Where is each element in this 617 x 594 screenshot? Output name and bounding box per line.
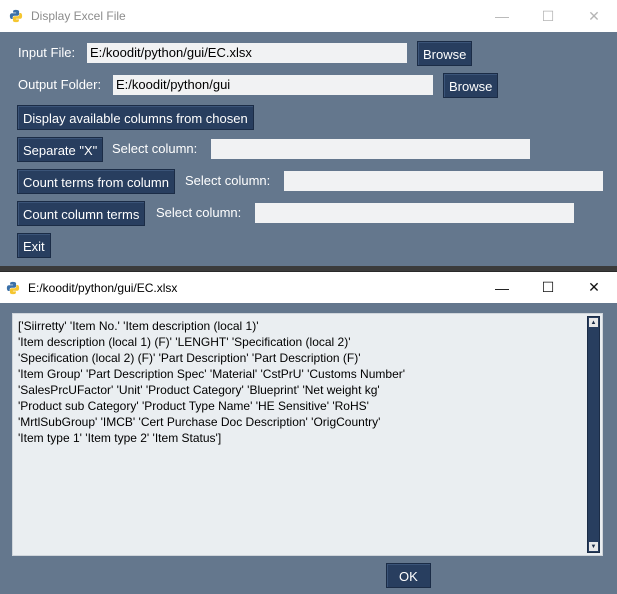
minimize-button[interactable]: — [479, 0, 525, 32]
output-line: 'MrtlSubGroup' 'IMCB' 'Cert Purchase Doc… [18, 415, 381, 429]
count-terms-from-column-button[interactable]: Count terms from column [17, 169, 175, 194]
minimize-button[interactable]: — [479, 272, 525, 303]
main-window: Display Excel File — ☐ ✕ Input File: E:/… [0, 0, 617, 271]
output-text-area[interactable]: ['Siirretty' 'Item No.' 'Item descriptio… [12, 313, 603, 556]
popup-window-title: E:/koodit/python/gui/EC.xlsx [28, 280, 178, 295]
output-line: 'Item description (local 1) (F)' 'LENGHT… [18, 335, 351, 349]
output-line: 'Item Group' 'Part Description Spec' 'Ma… [18, 367, 406, 381]
display-columns-button[interactable]: Display available columns from chosen [17, 105, 254, 130]
popup-window: E:/koodit/python/gui/EC.xlsx — ☐ ✕ ['Sii… [0, 271, 617, 594]
separate-select-label: Select column: [112, 141, 198, 156]
ok-button[interactable]: OK [386, 563, 431, 588]
close-button[interactable]: ✕ [571, 272, 617, 303]
exit-button[interactable]: Exit [17, 233, 51, 258]
separate-column-field[interactable] [211, 139, 530, 159]
count-column-terms-select-label: Select column: [156, 205, 242, 220]
output-browse-button[interactable]: Browse [443, 73, 499, 98]
count-from-column-select-label: Select column: [185, 173, 271, 188]
main-titlebar: Display Excel File — ☐ ✕ [0, 0, 617, 32]
maximize-button[interactable]: ☐ [525, 272, 571, 303]
scroll-down-icon[interactable]: ▼ [589, 542, 598, 551]
output-line: 'SalesPrcUFactor' 'Unit' 'Product Catego… [18, 383, 380, 397]
python-icon [9, 9, 23, 23]
input-file-label: Input File: [18, 45, 76, 60]
popup-titlebar: E:/koodit/python/gui/EC.xlsx — ☐ ✕ [0, 272, 617, 303]
output-line: ['Siirretty' 'Item No.' 'Item descriptio… [18, 319, 259, 333]
separate-x-button[interactable]: Separate "X" [17, 137, 104, 162]
output-text: ['Siirretty' 'Item No.' 'Item descriptio… [18, 318, 582, 446]
output-line: 'Item type 1' 'Item type 2' 'Item Status… [18, 431, 222, 445]
close-button[interactable]: ✕ [571, 0, 617, 32]
output-folder-label: Output Folder: [18, 77, 102, 92]
output-folder-field[interactable]: E:/koodit/python/gui [113, 75, 433, 95]
count-column-terms-field[interactable] [255, 203, 574, 223]
vertical-scrollbar[interactable]: ▲ ▼ [587, 316, 600, 553]
count-column-terms-button[interactable]: Count column terms [17, 201, 146, 226]
python-icon [6, 281, 20, 294]
output-line: 'Product sub Category' 'Product Type Nam… [18, 399, 369, 413]
scroll-up-icon[interactable]: ▲ [589, 318, 598, 327]
count-from-column-field[interactable] [284, 171, 603, 191]
input-file-field[interactable]: E:/koodit/python/gui/EC.xlsx [87, 43, 407, 63]
maximize-button[interactable]: ☐ [525, 0, 571, 32]
output-line: 'Specification (local 2) (F)' 'Part Desc… [18, 351, 361, 365]
input-browse-button[interactable]: Browse [417, 41, 473, 66]
main-window-title: Display Excel File [31, 9, 126, 23]
